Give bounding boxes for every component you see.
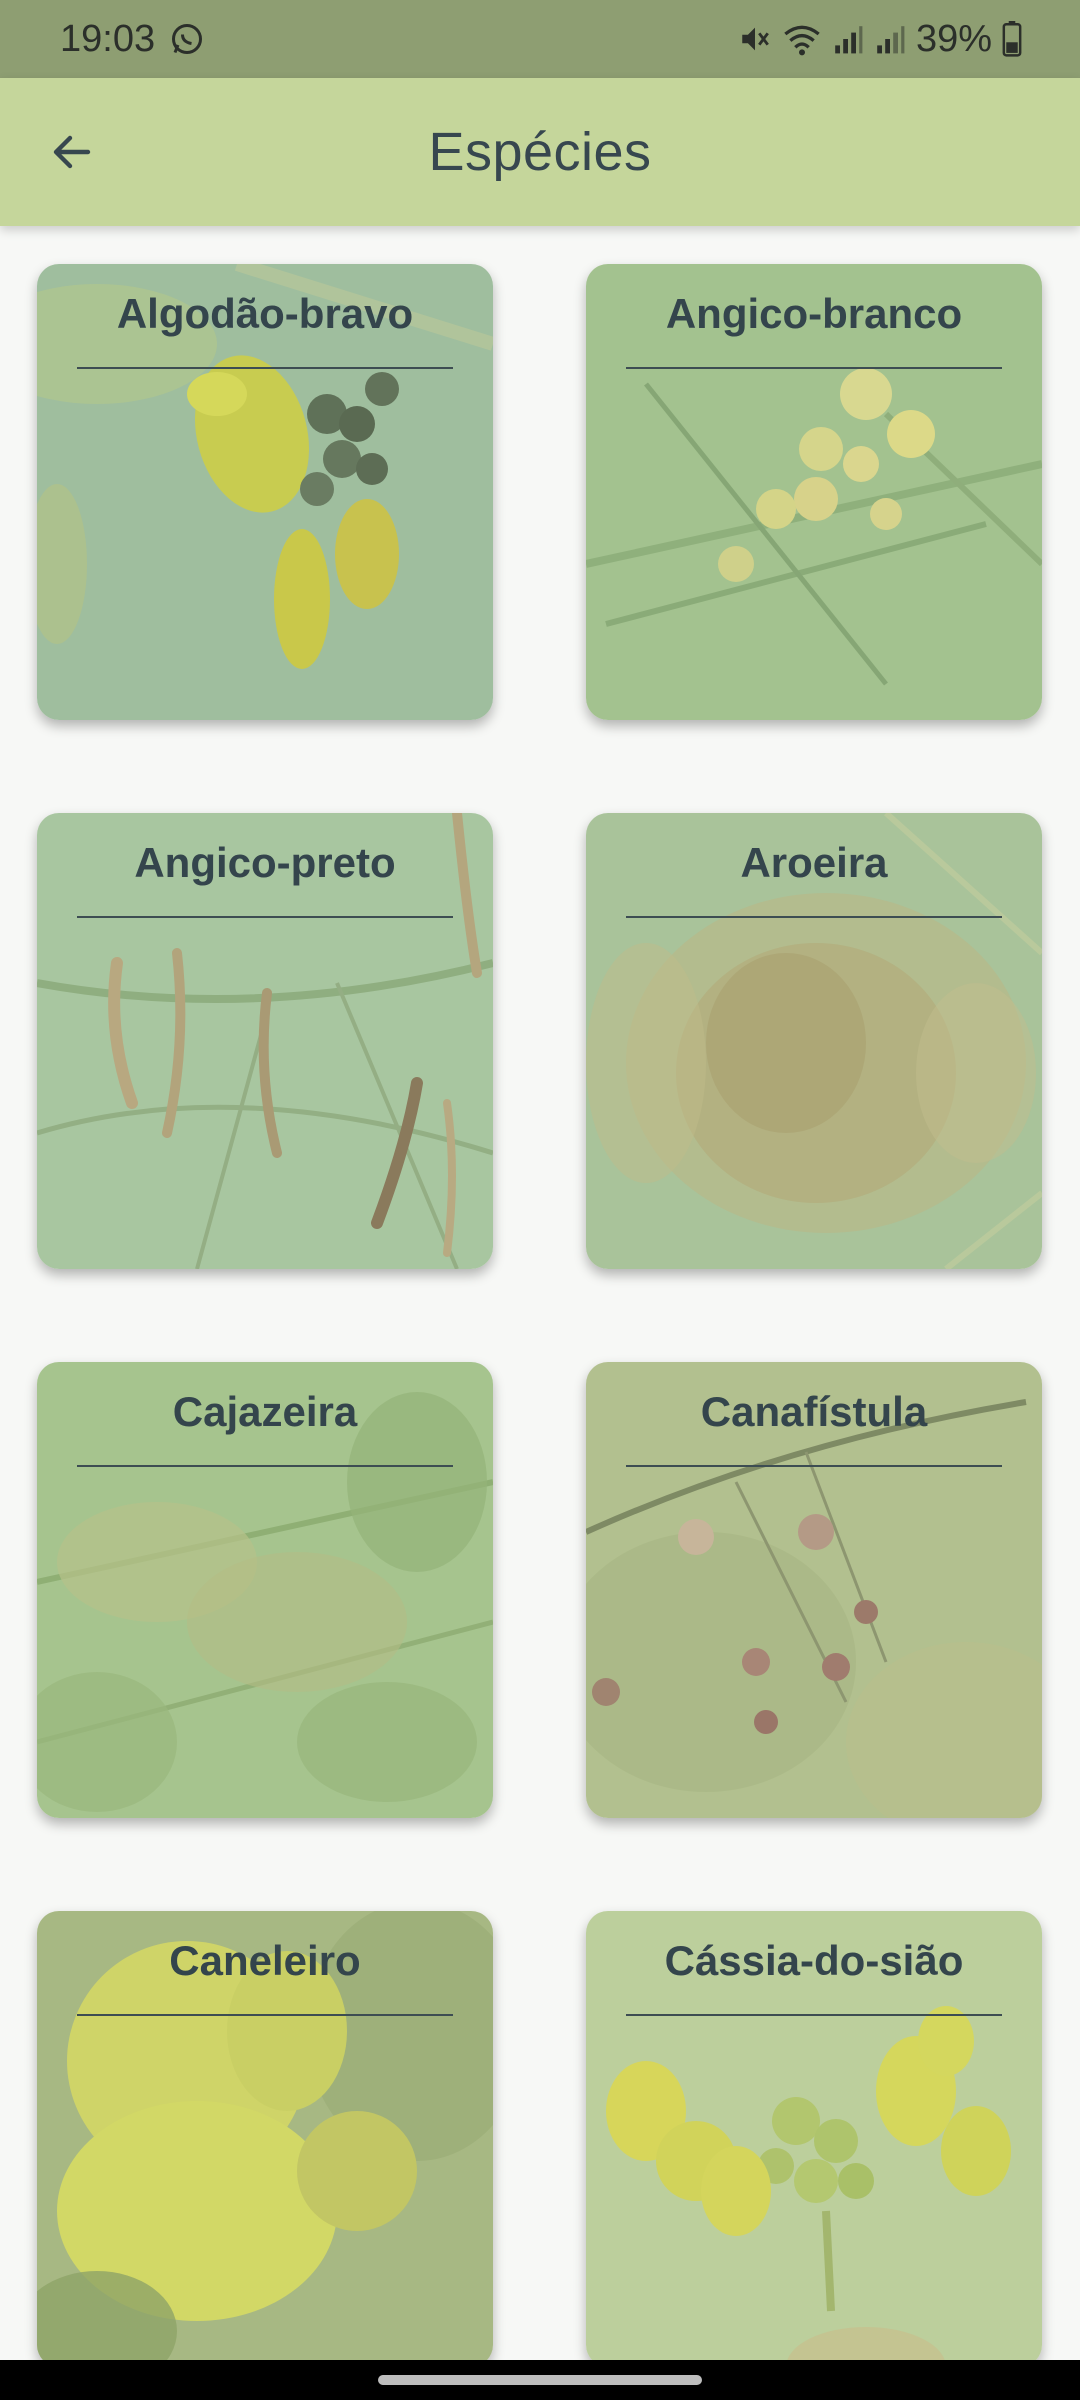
back-button[interactable] [36, 118, 108, 190]
arrow-left-icon [48, 128, 96, 181]
status-bar: 19:03 39% [0, 0, 1080, 78]
species-card-caneleiro[interactable]: Caneleiro [37, 1911, 493, 2360]
title-divider [77, 1465, 453, 1467]
app-bar: Espécies [0, 78, 1080, 226]
species-card-cassia-do-siao[interactable]: Cássia-do-sião [586, 1911, 1042, 2360]
mute-icon [738, 22, 772, 56]
whatsapp-icon [169, 21, 205, 57]
title-divider [626, 2014, 1002, 2016]
species-name: Aroeira [740, 839, 888, 886]
battery-icon [1002, 21, 1022, 57]
species-card-algodao-bravo[interactable]: Algodão-bravo [37, 264, 493, 720]
title-divider [626, 367, 1002, 369]
title-divider [77, 367, 453, 369]
title-divider [77, 2014, 453, 2016]
species-name: Angico-branco [665, 290, 963, 337]
title-divider [626, 916, 1002, 918]
species-grid: Algodão-bravo Angico-branco Angico-preto… [0, 226, 1080, 2360]
species-name: Cajazeira [172, 1388, 358, 1435]
status-time: 19:03 [60, 17, 156, 60]
status-left: 19:03 [60, 18, 205, 61]
species-name: Canafístula [700, 1388, 928, 1435]
signal-icon [832, 23, 864, 55]
status-right: 39% [738, 18, 1022, 61]
species-card-canafistula[interactable]: Canafístula [586, 1362, 1042, 1818]
title-divider [77, 916, 453, 918]
navigation-bar [0, 2360, 1080, 2400]
species-name: Algodão-bravo [116, 290, 414, 337]
wifi-icon [782, 22, 822, 56]
signal-icon-2 [874, 23, 906, 55]
species-card-cajazeira[interactable]: Cajazeira [37, 1362, 493, 1818]
home-indicator[interactable] [378, 2375, 702, 2385]
species-card-angico-preto[interactable]: Angico-preto [37, 813, 493, 1269]
battery-percent: 39% [915, 17, 992, 60]
species-name: Caneleiro [169, 1937, 361, 1984]
species-name: Angico-preto [134, 839, 396, 886]
species-card-aroeira[interactable]: Aroeira [586, 813, 1042, 1269]
species-name: Cássia-do-sião [664, 1937, 964, 1984]
title-divider [626, 1465, 1002, 1467]
page-title: Espécies [428, 122, 652, 182]
species-card-angico-branco[interactable]: Angico-branco [586, 264, 1042, 720]
